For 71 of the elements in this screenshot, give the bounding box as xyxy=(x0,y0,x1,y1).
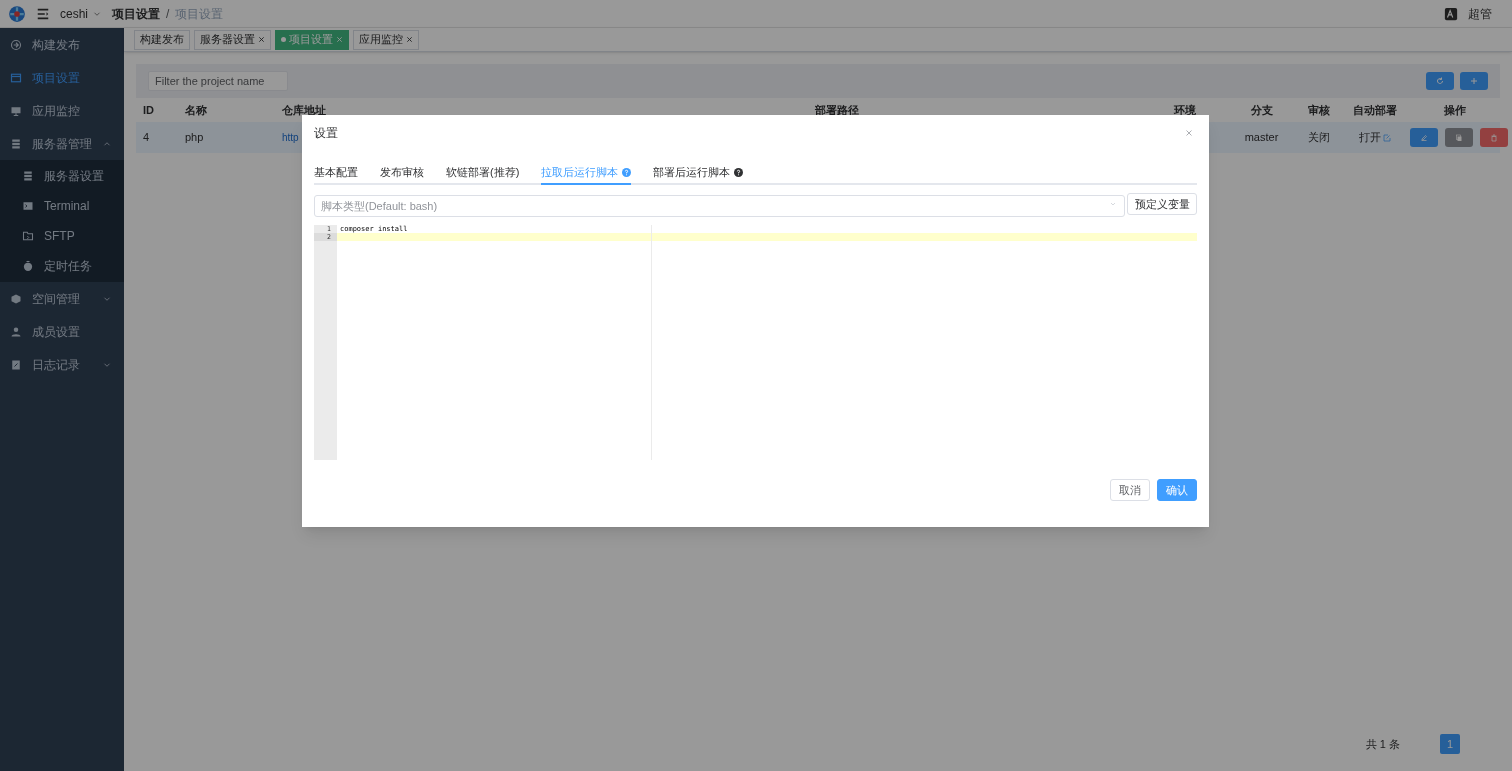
sidebar-item[interactable]: 应用监控 xyxy=(0,94,124,127)
sidebar-item[interactable]: 项目设置 xyxy=(0,61,124,94)
table-cell-text: master xyxy=(1243,130,1280,146)
tag-tab[interactable]: 构建发布 xyxy=(134,29,190,50)
close-icon[interactable] xyxy=(258,36,265,43)
dialog-tab[interactable]: 基本配置 xyxy=(314,161,358,185)
column-header: 仓库地址 xyxy=(281,102,327,118)
column-header: 审核 xyxy=(1306,102,1331,118)
script-type-select[interactable]: 脚本类型(Default: bash) xyxy=(314,195,1125,217)
confirm-button[interactable]: 确认 xyxy=(1157,479,1197,501)
table-cell-text: php xyxy=(184,130,205,146)
dialog-tab[interactable]: 部署后运行脚本 xyxy=(653,161,744,185)
dialog-title: 设置 xyxy=(314,125,339,142)
terminal-icon xyxy=(22,200,34,212)
tag-tab[interactable]: 项目设置 xyxy=(275,29,349,50)
plus-icon xyxy=(1470,77,1478,85)
user-icon xyxy=(10,325,22,338)
server-icon xyxy=(10,137,22,150)
logo-icon xyxy=(8,4,26,23)
sidebar-item[interactable]: 日志记录 xyxy=(0,348,124,381)
copy-button[interactable] xyxy=(1445,128,1473,147)
sidebar-item[interactable]: 成员设置 xyxy=(0,315,124,348)
document-icon xyxy=(10,358,22,371)
table-cell-text: 打开 xyxy=(1359,130,1381,146)
dialog-tab[interactable]: 拉取后运行脚本 xyxy=(541,161,632,185)
user-name[interactable]: 超管 xyxy=(1468,4,1492,23)
edit-icon xyxy=(1420,133,1428,142)
dialog-tab[interactable]: 发布审核 xyxy=(380,161,424,185)
column-header: 操作 xyxy=(1443,102,1467,118)
window-icon xyxy=(10,71,22,84)
table-cell-text: 4 xyxy=(142,130,151,146)
copy-icon xyxy=(1455,133,1463,142)
tag-tab[interactable]: 服务器设置 xyxy=(194,29,271,50)
edit-button[interactable] xyxy=(1410,128,1438,147)
page-button[interactable]: 1 xyxy=(1440,734,1460,754)
translate-icon[interactable] xyxy=(1444,6,1458,21)
column-header: 部署路径 xyxy=(814,102,860,118)
variables-button[interactable]: 预定义变量 xyxy=(1127,193,1197,215)
breadcrumb-item[interactable]: 项目设置 xyxy=(112,4,160,23)
column-header: 名称 xyxy=(184,102,208,118)
column-header: ID xyxy=(142,102,155,118)
monitor-icon xyxy=(10,104,22,117)
server-icon xyxy=(22,170,34,182)
close-icon[interactable] xyxy=(406,36,413,43)
menu-icon[interactable] xyxy=(36,6,50,21)
project-dropdown[interactable]: ceshi xyxy=(60,4,102,23)
table-cell-text: 关闭 xyxy=(1306,130,1331,146)
sidebar-item[interactable]: 构建发布 xyxy=(0,28,124,61)
breadcrumb-separator: / xyxy=(166,5,170,23)
filter-field[interactable]: Filter the project name xyxy=(148,71,288,91)
column-header: 分支 xyxy=(1249,102,1274,118)
dialog-tab[interactable]: 软链部署(推荐) xyxy=(446,161,520,185)
delete-button[interactable] xyxy=(1480,128,1508,147)
add-button[interactable] xyxy=(1460,72,1488,90)
cancel-button[interactable]: 取消 xyxy=(1110,479,1150,501)
sidebar-item[interactable]: 服务器管理 xyxy=(0,127,124,160)
chevron-down-icon xyxy=(1109,200,1117,208)
close-icon[interactable] xyxy=(1185,129,1193,137)
sidebar-item[interactable]: 空间管理 xyxy=(0,282,124,315)
tag-tab[interactable]: 应用监控 xyxy=(353,29,419,50)
cube-icon xyxy=(10,292,22,305)
refresh-icon xyxy=(1436,77,1444,85)
column-header: 环境 xyxy=(1172,102,1197,118)
trash-icon xyxy=(1490,133,1498,142)
column-header: 自动部署 xyxy=(1352,102,1398,118)
refresh-button[interactable] xyxy=(1426,72,1454,90)
total-count: 共 1 条 xyxy=(1365,736,1400,752)
stopwatch-icon xyxy=(22,260,34,272)
edit-icon[interactable] xyxy=(1383,133,1391,142)
folder-icon xyxy=(22,230,34,242)
arrow-circle-icon xyxy=(10,38,22,51)
